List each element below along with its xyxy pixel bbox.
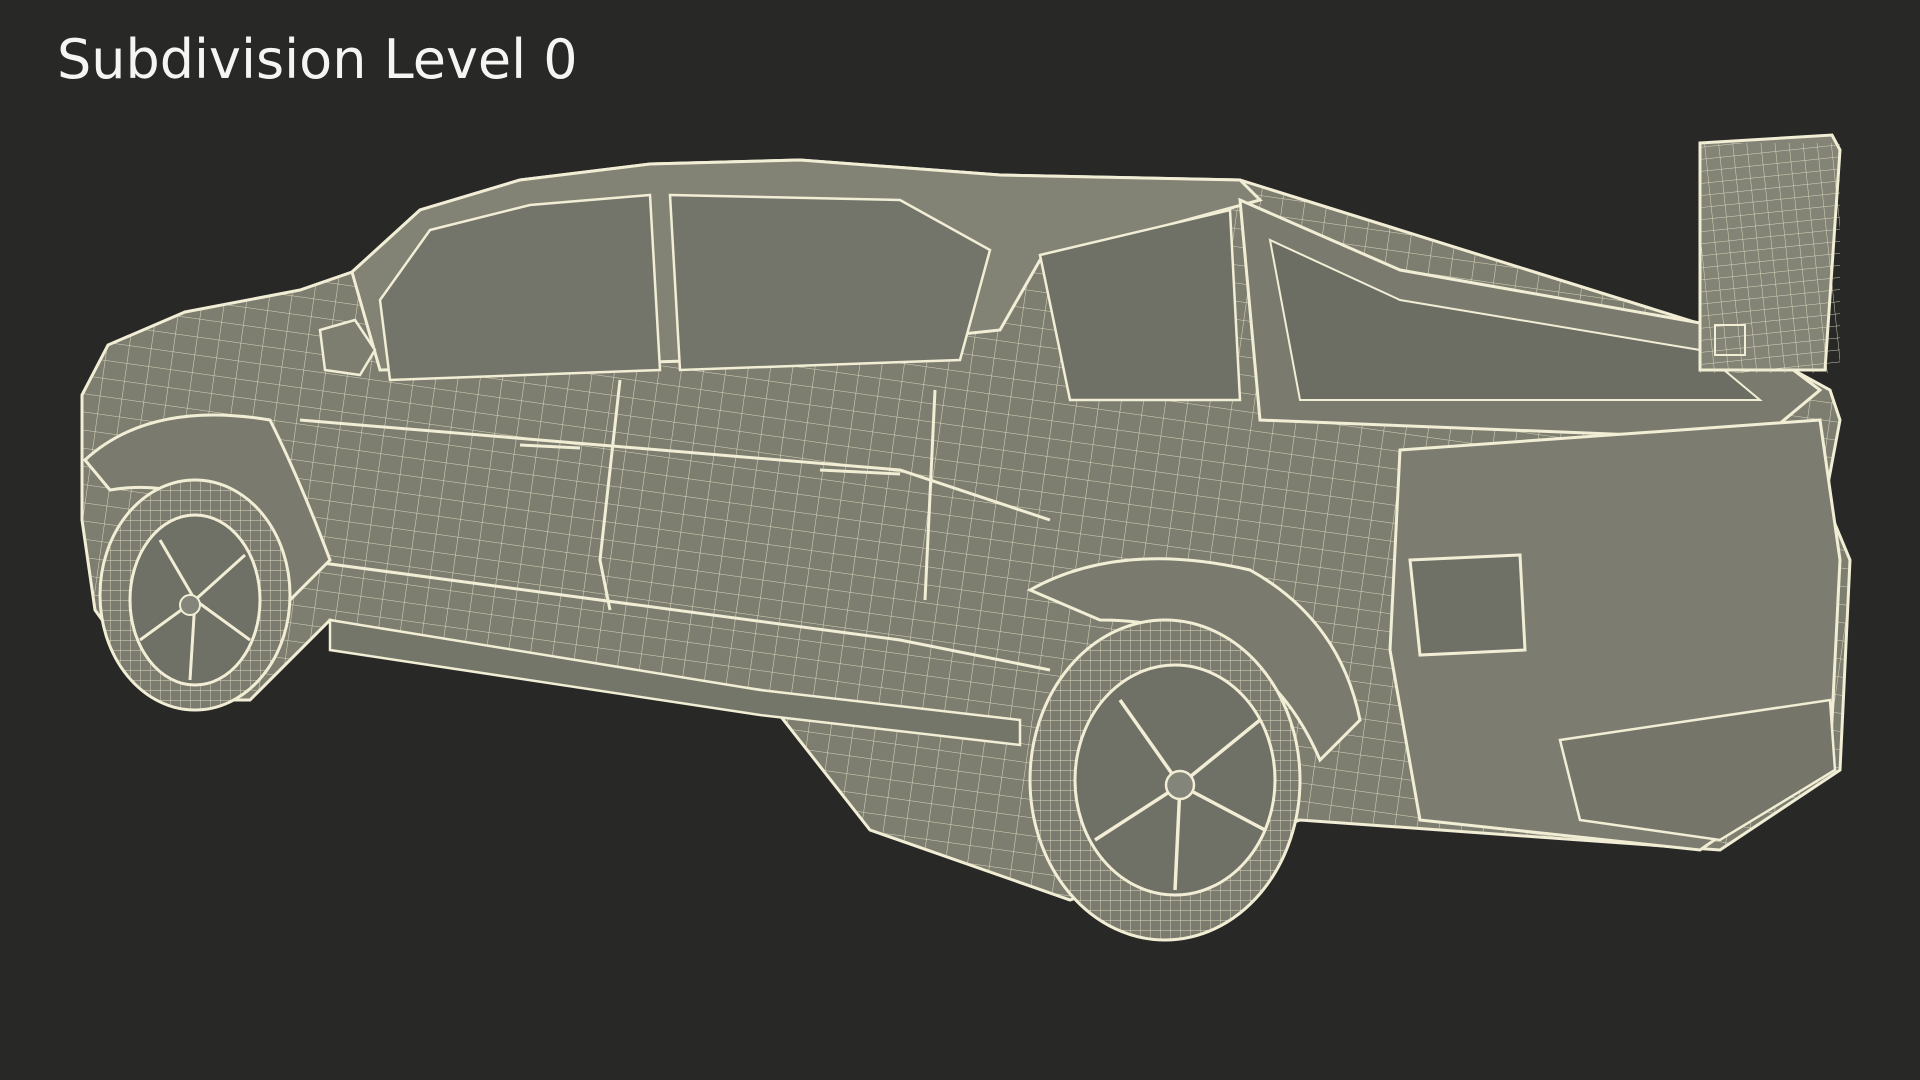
truck-wireframe-render [80, 133, 1852, 942]
truck-cab [350, 158, 1263, 402]
front-wheel [98, 478, 292, 712]
rear-wheel [1028, 618, 1302, 942]
charging-station [1698, 133, 1842, 373]
rear-tailgate [1388, 418, 1842, 852]
render-viewport: Subdivision Level 0 [0, 0, 1920, 1080]
